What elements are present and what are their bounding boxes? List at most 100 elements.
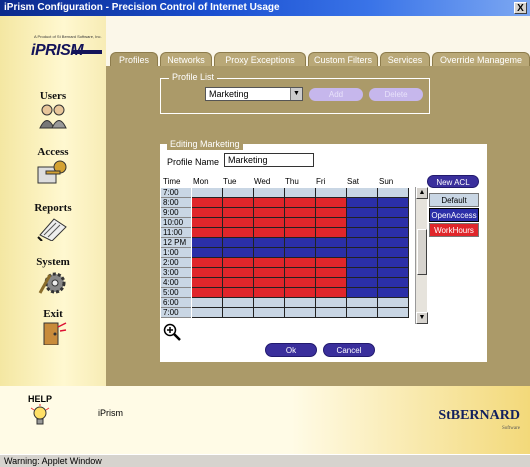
- schedule-cell[interactable]: [254, 198, 285, 208]
- new-acl-button[interactable]: New ACL: [427, 175, 479, 188]
- schedule-cell[interactable]: [223, 278, 254, 288]
- schedule-cell[interactable]: [347, 268, 378, 278]
- schedule-cell[interactable]: [316, 278, 347, 288]
- close-button[interactable]: X: [514, 2, 527, 14]
- schedule-cell[interactable]: [192, 248, 223, 258]
- scroll-up-icon[interactable]: ▲: [416, 187, 428, 199]
- schedule-cell[interactable]: [223, 208, 254, 218]
- profile-select[interactable]: Marketing ▼: [205, 87, 303, 101]
- schedule-cell[interactable]: [254, 218, 285, 228]
- acl-openaccess[interactable]: OpenAccess: [429, 208, 479, 222]
- schedule-cell[interactable]: [285, 228, 316, 238]
- schedule-cell[interactable]: [285, 258, 316, 268]
- scroll-thumb[interactable]: [417, 229, 427, 275]
- schedule-cell[interactable]: [285, 208, 316, 218]
- schedule-cell[interactable]: [285, 268, 316, 278]
- schedule-cell[interactable]: [223, 258, 254, 268]
- schedule-cell[interactable]: [316, 248, 347, 258]
- schedule-cell[interactable]: [254, 278, 285, 288]
- schedule-cell[interactable]: [378, 268, 409, 278]
- schedule-cell[interactable]: [316, 288, 347, 298]
- schedule-cell[interactable]: [285, 248, 316, 258]
- schedule-cell[interactable]: [378, 188, 409, 198]
- schedule-cell[interactable]: [347, 258, 378, 268]
- schedule-cell[interactable]: [347, 208, 378, 218]
- schedule-cell[interactable]: [192, 198, 223, 208]
- schedule-cell[interactable]: [223, 248, 254, 258]
- schedule-cell[interactable]: [347, 288, 378, 298]
- schedule-cell[interactable]: [254, 258, 285, 268]
- schedule-cell[interactable]: [192, 218, 223, 228]
- schedule-cell[interactable]: [254, 238, 285, 248]
- schedule-cell[interactable]: [254, 308, 285, 318]
- acl-default[interactable]: Default: [429, 193, 479, 207]
- tab-profiles[interactable]: Profiles: [110, 52, 158, 66]
- schedule-cell[interactable]: [254, 188, 285, 198]
- delete-button[interactable]: Delete: [369, 88, 423, 101]
- schedule-cell[interactable]: [316, 218, 347, 228]
- schedule-cell[interactable]: [378, 258, 409, 268]
- schedule-cell[interactable]: [316, 228, 347, 238]
- schedule-cell[interactable]: [347, 228, 378, 238]
- schedule-cell[interactable]: [223, 218, 254, 228]
- schedule-cell[interactable]: [285, 288, 316, 298]
- schedule-cell[interactable]: [347, 308, 378, 318]
- schedule-cell[interactable]: [285, 218, 316, 228]
- schedule-cell[interactable]: [285, 188, 316, 198]
- schedule-cell[interactable]: [378, 228, 409, 238]
- nav-users[interactable]: Users: [0, 90, 106, 129]
- nav-reports[interactable]: Reports: [0, 202, 106, 241]
- schedule-cell[interactable]: [223, 308, 254, 318]
- nav-exit[interactable]: Exit: [0, 308, 106, 345]
- schedule-cell[interactable]: [254, 268, 285, 278]
- schedule-cell[interactable]: [378, 198, 409, 208]
- scroll-down-icon[interactable]: ▼: [416, 312, 428, 324]
- schedule-cell[interactable]: [254, 248, 285, 258]
- tab-override-management[interactable]: Override Manageme: [432, 52, 530, 66]
- schedule-cell[interactable]: [285, 198, 316, 208]
- schedule-cell[interactable]: [285, 298, 316, 308]
- schedule-cell[interactable]: [378, 308, 409, 318]
- schedule-cell[interactable]: [347, 238, 378, 248]
- schedule-cell[interactable]: [254, 288, 285, 298]
- schedule-cell[interactable]: [223, 188, 254, 198]
- schedule-cell[interactable]: [347, 218, 378, 228]
- schedule-cell[interactable]: [285, 308, 316, 318]
- schedule-cell[interactable]: [378, 278, 409, 288]
- cancel-button[interactable]: Cancel: [323, 343, 375, 357]
- schedule-cell[interactable]: [223, 268, 254, 278]
- tab-custom-filters[interactable]: Custom Filters: [308, 52, 378, 66]
- zoom-icon[interactable]: [163, 323, 181, 341]
- schedule-cell[interactable]: [347, 198, 378, 208]
- schedule-cell[interactable]: [192, 188, 223, 198]
- schedule-cell[interactable]: [347, 278, 378, 288]
- acl-workhours[interactable]: WorkHours: [429, 223, 479, 237]
- nav-system[interactable]: System: [0, 256, 106, 295]
- schedule-cell[interactable]: [378, 218, 409, 228]
- schedule-scrollbar[interactable]: ▲ ▼: [415, 187, 428, 324]
- schedule-cell[interactable]: [316, 258, 347, 268]
- chevron-down-icon[interactable]: ▼: [290, 88, 302, 100]
- schedule-cell[interactable]: [378, 238, 409, 248]
- schedule-cell[interactable]: [223, 198, 254, 208]
- schedule-cell[interactable]: [223, 228, 254, 238]
- schedule-cell[interactable]: [254, 208, 285, 218]
- schedule-cell[interactable]: [285, 238, 316, 248]
- schedule-grid[interactable]: Time Mon Tue Wed Thu Fri Sat Sun 7:00 8:00 9:00 10…: [161, 177, 415, 325]
- schedule-cell[interactable]: [192, 238, 223, 248]
- nav-access[interactable]: Access: [0, 146, 106, 185]
- schedule-cell[interactable]: [192, 288, 223, 298]
- schedule-cell[interactable]: [254, 228, 285, 238]
- add-button[interactable]: Add: [309, 88, 363, 101]
- schedule-cell[interactable]: [378, 298, 409, 308]
- schedule-cell[interactable]: [347, 298, 378, 308]
- schedule-cell[interactable]: [192, 228, 223, 238]
- profile-name-input[interactable]: Marketing: [224, 153, 314, 167]
- schedule-cell[interactable]: [254, 298, 285, 308]
- schedule-cell[interactable]: [192, 298, 223, 308]
- tab-networks[interactable]: Networks: [160, 52, 212, 66]
- schedule-cell[interactable]: [347, 248, 378, 258]
- schedule-cell[interactable]: [316, 268, 347, 278]
- schedule-cell[interactable]: [316, 188, 347, 198]
- schedule-cell[interactable]: [192, 308, 223, 318]
